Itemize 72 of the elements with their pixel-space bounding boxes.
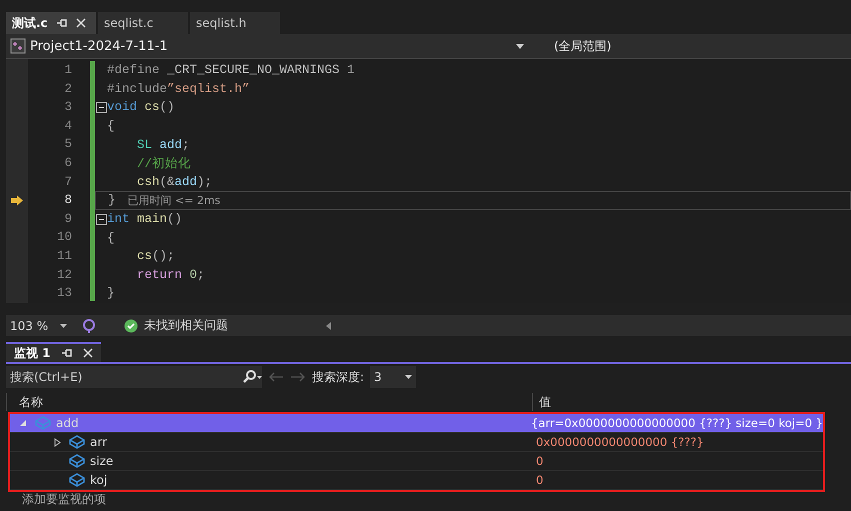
close-icon[interactable] (82, 348, 93, 358)
document-tab[interactable]: 测试.c (6, 12, 96, 34)
code-line: #include”seqlist.h” (107, 82, 250, 96)
zoom-dropdown[interactable]: 103 % (10, 318, 48, 332)
line-number: 12 (56, 266, 72, 284)
variable-icon (68, 472, 86, 488)
column-header[interactable]: 名称 (19, 394, 43, 410)
code-line: return 0; (136, 268, 205, 282)
watch-row[interactable]: size 0 (10, 452, 823, 471)
collapse-icon[interactable] (96, 102, 106, 113)
variable-value: {arr=0x0000000000000000 {???} size=0 koj=0 } (530, 416, 823, 430)
watch-row[interactable]: arr 0x0000000000000000 {???} (10, 433, 823, 452)
line-number: 5 (64, 136, 72, 154)
code-line: int main() (107, 212, 182, 226)
variable-icon (68, 434, 86, 450)
code-line: SL add; (136, 138, 190, 152)
line-number: 13 (56, 285, 72, 302)
search-depth-dropdown[interactable]: 3 (370, 366, 416, 388)
watch-tab-label[interactable]: 监视 1 (14, 344, 51, 362)
issues-status: 未找到相关问题 (144, 317, 228, 334)
pin-icon[interactable] (56, 18, 68, 28)
line-number: 7 (64, 174, 72, 191)
column-header[interactable]: 值 (539, 394, 551, 410)
line-number: 3 (64, 99, 72, 116)
watch-row[interactable]: koj 0 (10, 471, 823, 490)
code-line: cs(); (136, 249, 175, 264)
variable-icon (68, 453, 86, 469)
line-number: 11 (56, 248, 72, 265)
scroll-left-icon[interactable] (326, 322, 331, 330)
dropdown-caret-icon[interactable] (516, 44, 524, 48)
scope-dropdown[interactable]: (全局范围) (530, 38, 612, 54)
dropdown-caret-icon[interactable] (60, 324, 68, 328)
variable-name: add (56, 416, 79, 430)
dropdown-caret-icon[interactable] (405, 375, 412, 379)
watch-tab[interactable]: 监视 1 (6, 342, 101, 362)
search-depth-label: 搜索深度: (312, 368, 364, 386)
line-number: 10 (56, 229, 72, 246)
variable-name: koj (90, 473, 108, 487)
code-line: { (107, 230, 115, 245)
line-number: 9 (64, 210, 72, 228)
variable-name: arr (90, 435, 108, 449)
search-icon[interactable] (242, 370, 262, 384)
code-line: #define _CRT_SECURE_NO_WARNINGS 1 (107, 63, 355, 78)
close-icon[interactable] (76, 18, 86, 28)
elapsed-time-hint: 已用时间 <= 2ms (128, 192, 220, 208)
line-number: 4 (64, 118, 72, 135)
line-number: 6 (64, 154, 72, 172)
code-line: void cs() (107, 100, 175, 114)
code-line: } (108, 193, 116, 208)
line-number: 2 (64, 80, 72, 98)
document-tab[interactable]: seqlist.c (98, 12, 188, 34)
add-watch-item[interactable]: 添加要监视的项 (6, 492, 106, 507)
variable-value: 0x0000000000000000 {???} (535, 435, 704, 449)
variable-icon (34, 415, 52, 431)
project-dropdown[interactable]: Project1-2024-7-11-1 (30, 38, 168, 54)
document-tab[interactable]: seqlist.h (190, 12, 280, 34)
variable-value: 0 (535, 454, 544, 468)
pin-icon[interactable] (60, 348, 73, 358)
variable-value: 0 (535, 473, 544, 487)
collapse-triangle-icon[interactable] (19, 419, 27, 427)
code-line: csh(&add); (136, 174, 212, 189)
project-icon (10, 38, 26, 54)
variable-name: size (90, 454, 114, 468)
code-line: } (107, 286, 115, 300)
code-line: //初始化 (136, 156, 192, 172)
code-line: { (107, 119, 115, 134)
line-number: 1 (64, 62, 72, 79)
check-circle-icon (124, 318, 138, 332)
line-number: 8 (64, 192, 72, 210)
collapse-icon[interactable] (96, 214, 106, 225)
watch-row[interactable]: add {arr=0x0000000000000000 {???} size=0 koj=0 } (10, 414, 823, 433)
expand-triangle-icon[interactable] (54, 438, 60, 446)
